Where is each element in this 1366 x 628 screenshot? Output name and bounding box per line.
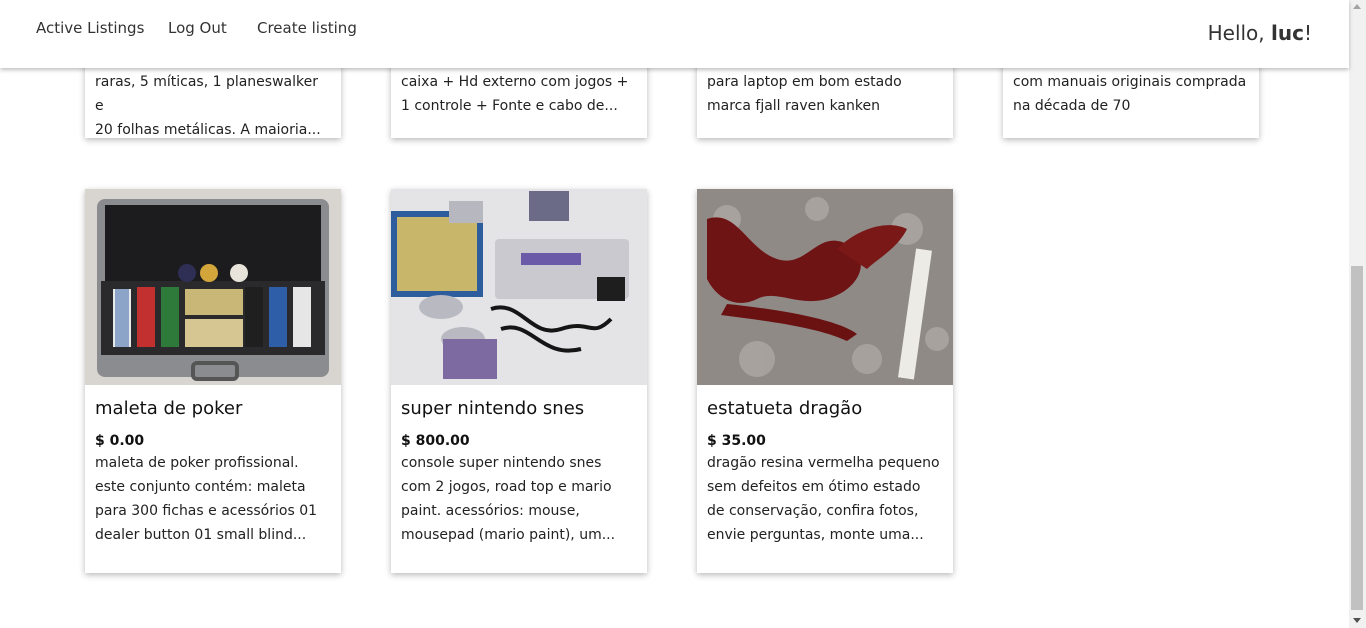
listing-description: dragão resina vermelha pequeno sem defei… xyxy=(707,455,940,543)
listing-image-poker-case[interactable] xyxy=(85,189,341,385)
username: luc xyxy=(1271,21,1304,45)
scroll-down-arrow-icon[interactable] xyxy=(1353,618,1361,623)
listing-description: caixa + Hd externo com jogos + 1 control… xyxy=(401,74,629,114)
nav-link-active-listings[interactable]: Active Listings xyxy=(36,19,144,37)
listing-description: console super nintendo snes com 2 jogos,… xyxy=(401,455,616,543)
top-navbar: Active Listings Log Out Create listing H… xyxy=(0,0,1349,68)
listing-image-dragon-statue[interactable] xyxy=(697,189,953,385)
nav-link-create-listing[interactable]: Create listing xyxy=(257,19,357,37)
nav-link-log-out[interactable]: Log Out xyxy=(168,19,227,37)
listing-price: $ 800.00 xyxy=(401,433,470,449)
listing-title[interactable]: estatueta dragão xyxy=(707,397,943,421)
listing-description: maleta de poker profissional. este conju… xyxy=(95,455,318,543)
scroll-up-arrow-icon[interactable] xyxy=(1353,4,1361,9)
listing-price: $ 35.00 xyxy=(707,433,766,449)
listing-image-snes[interactable] xyxy=(391,189,647,385)
listing-card[interactable]: maleta de poker $ 0.00 maleta de poker p… xyxy=(85,189,341,573)
listing-description: com manuais originais comprada na década… xyxy=(1013,74,1247,114)
listing-title[interactable]: maleta de poker xyxy=(95,397,331,421)
user-greeting: Hello, luc! xyxy=(1207,21,1312,45)
scroll-thumb[interactable] xyxy=(1351,266,1363,610)
listing-description: raras, 5 míticas, 1 planeswalker e 20 fo… xyxy=(95,74,321,138)
listing-price: $ 0.00 xyxy=(95,433,145,449)
listing-card[interactable]: super nintendo snes $ 800.00 console sup… xyxy=(391,189,647,573)
listing-description: para laptop em bom estado marca fjall ra… xyxy=(707,74,902,114)
page: raras, 5 míticas, 1 planeswalker e 20 fo… xyxy=(0,0,1366,628)
listing-card[interactable]: estatueta dragão $ 35.00 dragão resina v… xyxy=(697,189,953,573)
listing-title[interactable]: super nintendo snes xyxy=(401,397,637,421)
vertical-scrollbar[interactable] xyxy=(1349,0,1366,628)
